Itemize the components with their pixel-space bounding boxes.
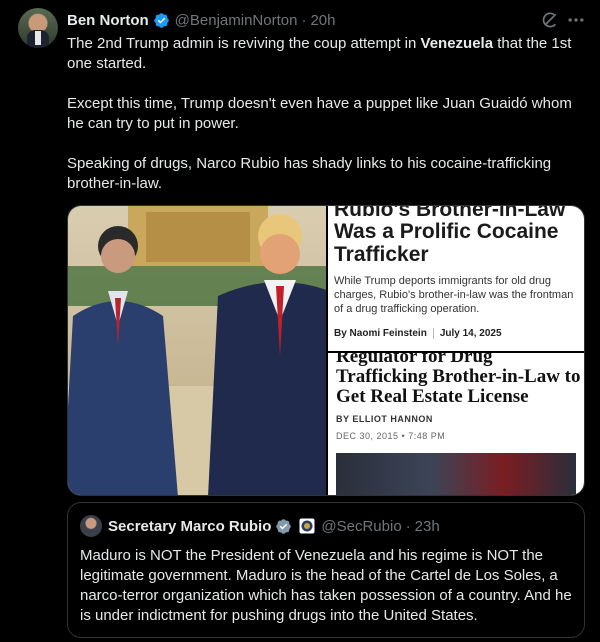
tweet-paragraph-3: Speaking of drugs, Narco Rubio has shady… (67, 155, 552, 192)
tweet[interactable]: Ben Norton @BenjaminNorton · 20h The 2nd… (0, 0, 600, 642)
author-name[interactable]: Ben Norton (67, 12, 149, 29)
article2-headline: Trafficking Brother-in-Law to Get Real E… (336, 366, 581, 407)
quote-text: Maduro is NOT the President of Venezuela… (80, 547, 572, 624)
timestamp[interactable]: 20h (310, 12, 335, 29)
tweet-paragraph-1: The 2nd Trump admin is reviving the coup… (67, 35, 572, 72)
author-avatar[interactable] (18, 8, 58, 48)
article2-headline-top: Regulator for Drug (336, 353, 493, 367)
quote-author-name[interactable]: Secretary Marco Rubio (108, 518, 271, 535)
photo-illustration (68, 206, 326, 495)
verified-badge-icon[interactable] (153, 12, 170, 29)
photo-oval-office[interactable] (68, 206, 326, 495)
media-grid[interactable]: Rubio's Brother-in-Law Was a Prolific Co… (67, 205, 585, 496)
article1-headline-top: Rubio's Brother-in-Law (334, 206, 566, 221)
article1-dek: While Trump deports immigrants for old d… (334, 275, 574, 315)
article-screenshot-2[interactable]: Regulator for Drug Trafficking Brother-i… (328, 353, 584, 495)
article2-date: DEC 30, 2015 • 7:48 PM (336, 431, 446, 441)
quote-separator: · (405, 517, 411, 535)
more-icon[interactable] (566, 10, 586, 30)
quote-author-handle[interactable]: @SecRubio (321, 518, 401, 535)
article-screenshot-1[interactable]: Rubio's Brother-in-Law Was a Prolific Co… (328, 206, 584, 351)
grok-icon[interactable] (540, 10, 560, 30)
quote-author-avatar[interactable] (80, 515, 102, 537)
author-handle[interactable]: @BenjaminNorton (175, 12, 298, 29)
separator: · (301, 11, 307, 29)
article1-byline-row: By Naomi Feinstein July 14, 2025 (334, 328, 502, 339)
article2-byline: BY ELLIOT HANNON (336, 414, 433, 424)
article2-photo (336, 453, 576, 495)
article1-date: July 14, 2025 (432, 328, 502, 339)
quote-header: Secretary Marco Rubio @SecRubio · 23h (108, 516, 440, 536)
article1-byline: By Naomi Feinstein (334, 328, 427, 339)
avatar-shirt (35, 31, 41, 45)
government-badge-icon[interactable] (299, 518, 315, 534)
quote-verified-badge-icon[interactable] (275, 518, 292, 535)
quote-timestamp[interactable]: 23h (415, 518, 440, 535)
quoted-tweet[interactable]: Secretary Marco Rubio @SecRubio · 23h Ma… (67, 502, 585, 638)
hashtag-venezuela[interactable]: Venezuela (421, 35, 494, 52)
tweet-text: The 2nd Trump admin is reviving the coup… (67, 34, 589, 214)
article1-headline: Was a Prolific Cocaine Trafficker (334, 220, 559, 266)
tweet-paragraph-2: Except this time, Trump doesn't even hav… (67, 95, 572, 132)
tweet-header: Ben Norton @BenjaminNorton · 20h (67, 10, 336, 30)
